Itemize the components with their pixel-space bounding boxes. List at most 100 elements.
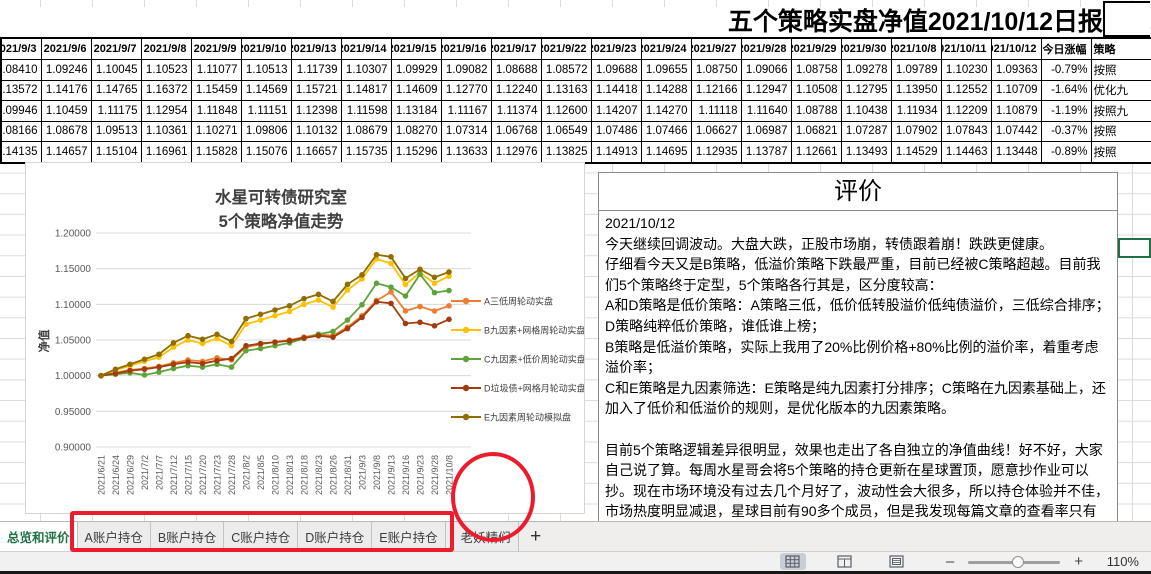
net-value-cell[interactable]: 1.14913 xyxy=(591,142,641,163)
net-value-cell[interactable]: 1.14207 xyxy=(591,101,641,122)
sheet-tab-A账户持仓[interactable]: A账户持仓 xyxy=(78,522,151,551)
net-value-cell[interactable]: 1.07843 xyxy=(941,121,991,142)
net-value-cell[interactable]: 1.12209 xyxy=(941,101,991,122)
net-value-cell[interactable]: 1.10271 xyxy=(191,121,241,142)
net-value-cell[interactable]: 1.10361 xyxy=(141,121,191,142)
strategy-cell[interactable]: 按照 xyxy=(1091,60,1151,81)
net-value-cell[interactable]: 1.16961 xyxy=(141,142,191,163)
net-value-cell[interactable]: 1.14176 xyxy=(41,80,91,101)
net-value-cell[interactable]: 1.12398 xyxy=(291,101,341,122)
zoom-slider[interactable] xyxy=(968,556,1060,568)
net-value-cell[interactable]: 1.12166 xyxy=(691,80,741,101)
daily-change-cell[interactable]: -0.79% xyxy=(1041,60,1091,81)
net-value-cell[interactable]: 1.09789 xyxy=(891,60,941,81)
page-break-preview-icon[interactable] xyxy=(884,553,910,570)
net-value-cell[interactable]: 1.09363 xyxy=(991,60,1041,81)
net-value-cell[interactable]: 1.09655 xyxy=(641,60,691,81)
net-value-cell[interactable]: 1.14529 xyxy=(891,142,941,163)
net-value-cell[interactable]: 1.08410 xyxy=(1,60,41,81)
net-value-cell[interactable]: 1.11077 xyxy=(191,60,241,81)
net-value-cell[interactable]: 1.12661 xyxy=(791,142,841,163)
zoom-slider-thumb[interactable] xyxy=(1012,556,1024,568)
net-value-cell[interactable]: 1.13184 xyxy=(391,101,441,122)
net-value-cell[interactable]: 1.14463 xyxy=(941,142,991,163)
net-value-cell[interactable]: 1.11640 xyxy=(741,101,791,122)
net-value-cell[interactable]: 1.12954 xyxy=(141,101,191,122)
net-value-cell[interactable]: 1.12240 xyxy=(491,80,541,101)
net-value-cell[interactable]: 1.06821 xyxy=(791,121,841,142)
net-value-cell[interactable]: 1.06549 xyxy=(541,121,591,142)
net-value-cell[interactable]: 1.11118 xyxy=(691,101,741,122)
net-value-cell[interactable]: 1.07486 xyxy=(591,121,641,142)
zoom-in-button[interactable]: + xyxy=(1074,555,1083,569)
strategy-cell[interactable]: 按照 xyxy=(1091,121,1151,142)
net-value-cell[interactable]: 1.12600 xyxy=(541,101,591,122)
net-value-cell[interactable]: 1.13572 xyxy=(1,80,41,101)
daily-change-cell[interactable]: -0.37% xyxy=(1041,121,1091,142)
net-value-cell[interactable]: 1.08688 xyxy=(491,60,541,81)
net-value-cell[interactable]: 1.08750 xyxy=(691,60,741,81)
net-value-cell[interactable]: 1.09066 xyxy=(741,60,791,81)
net-value-cell[interactable]: 1.13633 xyxy=(441,142,491,163)
sheet-tab-C账户持仓[interactable]: C账户持仓 xyxy=(224,522,298,551)
net-value-cell[interactable]: 1.12976 xyxy=(491,142,541,163)
net-value-cell[interactable]: 1.10230 xyxy=(941,60,991,81)
net-value-cell[interactable]: 1.11598 xyxy=(341,101,391,122)
net-value-cell[interactable]: 1.14765 xyxy=(91,80,141,101)
zoom-level[interactable]: 110% xyxy=(1099,554,1139,569)
net-value-cell[interactable]: 1.08758 xyxy=(791,60,841,81)
net-value-cell[interactable]: 1.09688 xyxy=(591,60,641,81)
net-value-cell[interactable]: 1.16372 xyxy=(141,80,191,101)
net-value-cell[interactable]: 1.12795 xyxy=(841,80,891,101)
net-value-cell[interactable]: 1.12947 xyxy=(741,80,791,101)
net-value-cell[interactable]: 1.09278 xyxy=(841,60,891,81)
net-value-cell[interactable]: 1.15735 xyxy=(341,142,391,163)
net-value-cell[interactable]: 1.14695 xyxy=(641,142,691,163)
net-value-cell[interactable]: 1.11848 xyxy=(191,101,241,122)
daily-change-cell[interactable]: -0.89% xyxy=(1041,142,1091,163)
add-sheet-button[interactable]: + xyxy=(519,522,553,551)
net-value-cell[interactable]: 1.10132 xyxy=(291,121,341,142)
net-value-cell[interactable]: 1.14817 xyxy=(341,80,391,101)
net-value-cell[interactable]: 1.14288 xyxy=(641,80,691,101)
net-value-cell[interactable]: 1.11934 xyxy=(891,101,941,122)
net-value-cell[interactable]: 1.07314 xyxy=(441,121,491,142)
sheet-tab-D账户持仓[interactable]: D账户持仓 xyxy=(298,522,372,551)
net-value-cell[interactable]: 1.15076 xyxy=(241,142,291,163)
net-value-cell[interactable]: 1.06627 xyxy=(691,121,741,142)
normal-view-icon[interactable] xyxy=(780,553,806,570)
net-value-cell[interactable]: 1.10459 xyxy=(41,101,91,122)
net-value-cell[interactable]: 1.13825 xyxy=(541,142,591,163)
net-value-cell[interactable]: 1.15828 xyxy=(191,142,241,163)
strategy-cell[interactable]: 优化九 xyxy=(1091,80,1151,101)
net-value-cell[interactable]: 1.11167 xyxy=(441,101,491,122)
net-value-cell[interactable]: 1.10438 xyxy=(841,101,891,122)
net-value-cell[interactable]: 1.15459 xyxy=(191,80,241,101)
net-value-cell[interactable]: 1.09806 xyxy=(241,121,291,142)
daily-change-cell[interactable]: -1.64% xyxy=(1041,80,1091,101)
daily-change-cell[interactable]: -1.19% xyxy=(1041,101,1091,122)
net-value-cell[interactable]: 1.15296 xyxy=(391,142,441,163)
net-value-cell[interactable]: 1.11175 xyxy=(91,101,141,122)
net-value-cell[interactable]: 1.14135 xyxy=(1,142,41,163)
net-value-cell[interactable]: 1.12552 xyxy=(941,80,991,101)
net-value-cell[interactable]: 1.14609 xyxy=(391,80,441,101)
net-value-cell[interactable]: 1.10709 xyxy=(991,80,1041,101)
net-value-cell[interactable]: 1.08572 xyxy=(541,60,591,81)
net-value-cell[interactable]: 1.08679 xyxy=(341,121,391,142)
net-value-cell[interactable]: 1.08166 xyxy=(1,121,41,142)
net-value-cell[interactable]: 1.10508 xyxy=(791,80,841,101)
net-value-cell[interactable]: 1.09513 xyxy=(91,121,141,142)
net-value-cell[interactable]: 1.07442 xyxy=(991,121,1041,142)
zoom-out-button[interactable]: – xyxy=(946,555,954,569)
net-value-cell[interactable]: 1.15104 xyxy=(91,142,141,163)
net-value-cell[interactable]: 1.13448 xyxy=(991,142,1041,163)
net-value-cell[interactable]: 1.06987 xyxy=(741,121,791,142)
net-value-cell[interactable]: 1.08678 xyxy=(41,121,91,142)
page-layout-view-icon[interactable] xyxy=(832,553,858,570)
net-value-cell[interactable]: 1.08270 xyxy=(391,121,441,142)
net-value-cell[interactable]: 1.11739 xyxy=(291,60,341,81)
net-value-cell[interactable]: 1.12770 xyxy=(441,80,491,101)
net-value-cell[interactable]: 1.10523 xyxy=(141,60,191,81)
net-value-cell[interactable]: 1.14569 xyxy=(241,80,291,101)
